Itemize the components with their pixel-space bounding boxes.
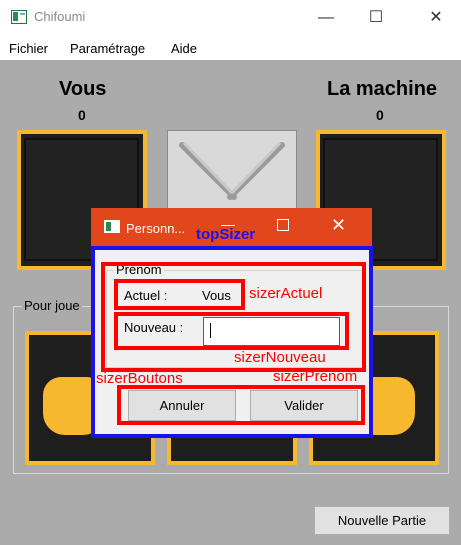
menu-fichier[interactable]: Fichier bbox=[9, 41, 48, 56]
sizer-actuel-outline bbox=[114, 279, 245, 310]
sizer-nouveau-outline bbox=[114, 312, 349, 350]
sizer-actuel-label: sizerActuel bbox=[249, 285, 323, 302]
dialog-maximize-button[interactable] bbox=[277, 219, 289, 231]
play-group-label: Pour joue bbox=[22, 298, 82, 313]
player-score-left: 0 bbox=[78, 107, 86, 123]
close-button[interactable]: ✕ bbox=[413, 0, 459, 36]
window-title: Chifoumi bbox=[34, 9, 86, 24]
player-name-left: Vous bbox=[59, 78, 107, 100]
top-sizer-label: topSizer bbox=[196, 226, 256, 243]
menu-parametrage[interactable]: Paramétrage bbox=[70, 41, 145, 56]
dialog-icon bbox=[104, 220, 120, 233]
dialog-title: Personn... bbox=[126, 221, 186, 236]
player-name-right: La machine bbox=[327, 78, 438, 100]
app-icon bbox=[11, 10, 27, 24]
menu-aide[interactable]: Aide bbox=[171, 41, 197, 56]
maximize-button[interactable]: ☐ bbox=[353, 0, 399, 36]
minimize-button[interactable]: — bbox=[303, 0, 349, 36]
sizer-boutons-outline bbox=[117, 385, 365, 425]
sizer-nouveau-label: sizerNouveau bbox=[234, 349, 326, 366]
dialog-close-button[interactable]: ✕ bbox=[331, 215, 346, 236]
player-score-right: 0 bbox=[376, 107, 384, 123]
sizer-prenom-label: sizerPrenom bbox=[273, 368, 358, 385]
new-game-button[interactable]: Nouvelle Partie bbox=[314, 506, 450, 535]
